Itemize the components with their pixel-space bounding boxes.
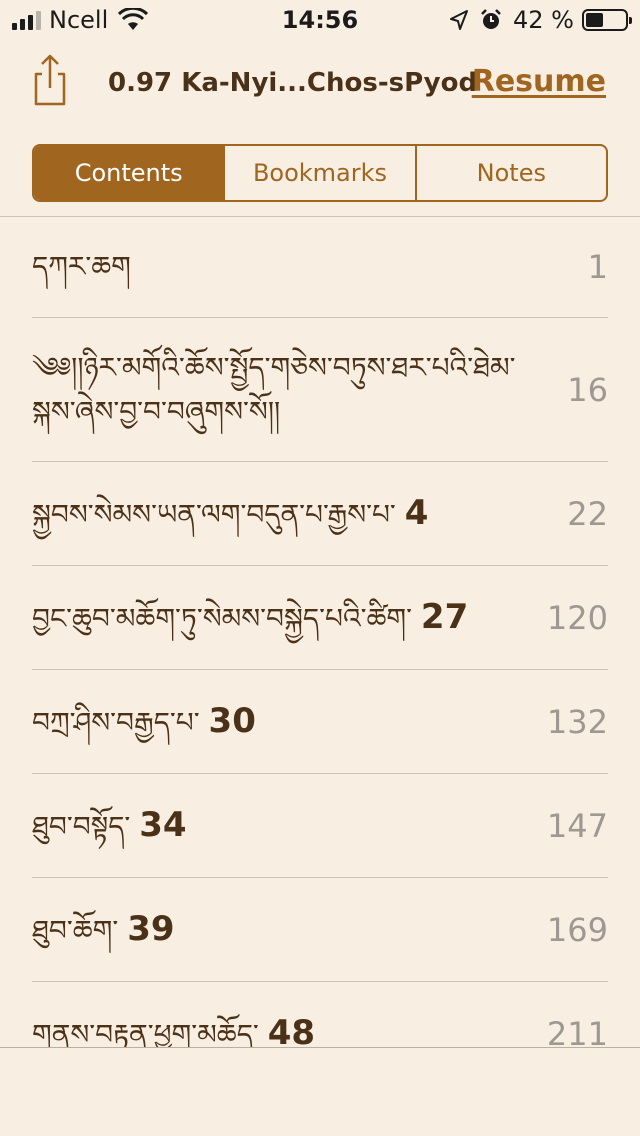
contents-row-page: 211 <box>546 1015 608 1047</box>
contents-row-title: གནས་བརྟན་ཕྱག་མཆོད་ 48 <box>32 1011 547 1047</box>
document-title: 0.97 Ka-Nyi...Chos-sPyod <box>108 68 478 98</box>
contents-row-number: 39 <box>127 908 175 949</box>
contents-row-title: བྱང་ཆུབ་མཆོག་ཏུ་སེམས་བསྐྱེད་པའི་ཚིག་ 27 <box>32 596 469 637</box>
contents-row-number: 48 <box>267 1013 316 1047</box>
status-bar: Ncell 14:56 42 % <box>0 0 640 40</box>
contents-row-page: 147 <box>546 806 608 845</box>
contents-row[interactable]: གནས་བརྟན་ཕྱག་མཆོད་ 48 211 <box>32 982 608 1047</box>
contents-row-page: 169 <box>546 910 608 949</box>
status-right: 42 % <box>449 6 632 34</box>
view-segmented-control: Contents Bookmarks Notes <box>32 144 608 202</box>
contents-row[interactable]: ༄༅།།ཉིར་མགོའི་ཆོས་སྤྱོད་གཅེས་བཏུས་ཐར་པའི… <box>32 318 608 462</box>
contents-row[interactable]: ཐུབ་ཆོག་ 39 169 <box>32 878 608 982</box>
contents-row-page: 1 <box>587 248 608 286</box>
share-icon[interactable] <box>28 52 72 108</box>
contents-row-title: ༄༅།།ཉིར་མགོའི་ཆོས་སྤྱོད་གཅེས་བཏུས་ཐར་པའི… <box>32 350 516 428</box>
tab-notes[interactable]: Notes <box>414 146 606 200</box>
location-arrow-icon <box>450 10 469 30</box>
contents-row-number: 30 <box>208 700 256 741</box>
contents-row[interactable]: དཀར་ཆག 1 <box>32 217 608 318</box>
contents-row[interactable]: བཀྲ་ཤིས་བརྒྱད་པ་ 30 132 <box>32 670 608 774</box>
contents-row-title: བཀྲ་ཤིས་བརྒྱད་པ་ 30 <box>32 700 256 741</box>
battery-fill <box>586 13 603 27</box>
contents-row-number: 27 <box>420 596 469 637</box>
resume-button[interactable]: Resume <box>472 64 606 99</box>
bottom-toolbar <box>0 1048 640 1136</box>
contents-row-page: 16 <box>567 370 608 409</box>
alarm-icon <box>481 9 501 29</box>
contents-row[interactable]: སྐྱབས་སེམས་ཡན་ལག་བདུན་པ་རྒྱས་པ་ 4 22 <box>32 462 608 566</box>
contents-row-title: ཐུབ་བསྟོད་ 34 <box>32 804 187 845</box>
tab-contents[interactable]: Contents <box>34 146 224 200</box>
contents-row-number: 34 <box>139 804 187 845</box>
contents-row-title: སྐྱབས་སེམས་ཡན་ལག་བདུན་པ་རྒྱས་པ་ 4 <box>32 492 429 533</box>
contents-row-page: 120 <box>546 598 608 637</box>
contents-row-title: ཐུབ་ཆོག་ 39 <box>32 908 175 949</box>
contents-row-page: 22 <box>567 494 608 533</box>
navigation-bar: 0.97 Ka-Nyi...Chos-sPyod Resume <box>0 50 640 120</box>
contents-list: དཀར་ཆག 1 ༄༅།།ཉིར་མགོའི་ཆོས་སྤྱོད་གཅེས་བཏ… <box>0 217 640 1047</box>
battery-icon <box>582 9 632 31</box>
contents-row[interactable]: བྱང་ཆུབ་མཆོག་ཏུ་སེམས་བསྐྱེད་པའི་ཚིག་ 27 … <box>32 566 608 670</box>
contents-row-title: དཀར་ཆག <box>32 250 131 283</box>
contents-row[interactable]: ཐུབ་བསྟོད་ 34 147 <box>32 774 608 878</box>
contents-row-page: 132 <box>546 702 608 741</box>
tab-bookmarks[interactable]: Bookmarks <box>223 146 414 200</box>
battery-percent: 42 % <box>513 6 574 34</box>
contents-row-number: 4 <box>404 492 429 533</box>
